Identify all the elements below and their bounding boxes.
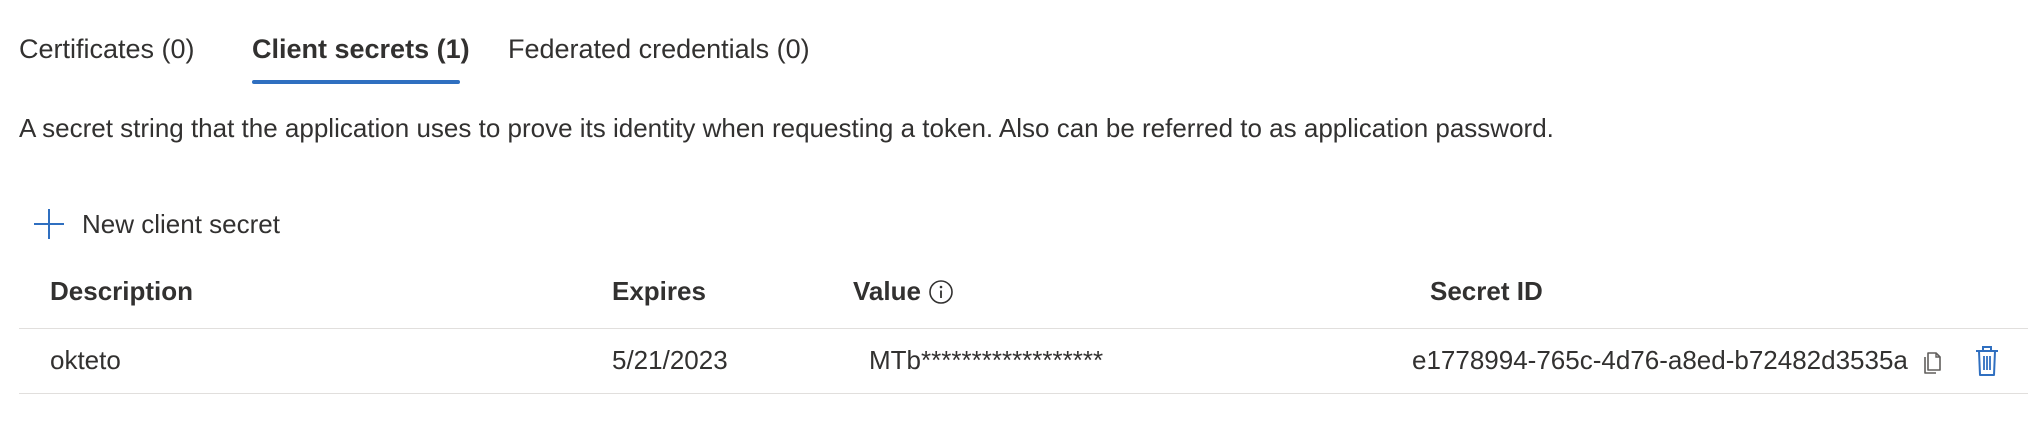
tab-client-secrets[interactable]: Client secrets (1) bbox=[252, 34, 470, 65]
secret-expires: 5/21/2023 bbox=[612, 345, 728, 375]
header-divider bbox=[19, 328, 2028, 329]
secret-id: e1778994-765c-4d76-a8ed-b72482d3535a bbox=[1412, 345, 1908, 375]
info-icon[interactable] bbox=[928, 279, 954, 305]
active-tab-indicator bbox=[252, 80, 460, 84]
column-header-description: Description bbox=[50, 276, 194, 306]
column-header-secret-id: Secret ID bbox=[1430, 276, 1543, 306]
row-divider bbox=[19, 393, 2028, 394]
secret-description: okteto bbox=[50, 345, 121, 375]
delete-icon[interactable] bbox=[1972, 344, 2002, 378]
secret-value: MTb****************** bbox=[869, 345, 1104, 375]
tab-certificates[interactable]: Certificates (0) bbox=[19, 34, 195, 65]
new-client-secret-label: New client secret bbox=[82, 208, 280, 239]
new-client-secret-button[interactable]: New client secret bbox=[32, 204, 280, 244]
plus-icon bbox=[34, 209, 64, 239]
copy-icon[interactable] bbox=[1920, 348, 1946, 376]
column-header-value: Value bbox=[853, 276, 954, 307]
tab-federated-credentials[interactable]: Federated credentials (0) bbox=[508, 34, 810, 65]
section-description: A secret string that the application use… bbox=[19, 113, 1554, 143]
column-header-expires: Expires bbox=[612, 276, 706, 306]
